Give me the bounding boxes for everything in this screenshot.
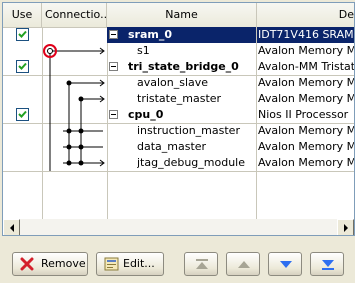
scroll-left-button[interactable]	[3, 219, 20, 235]
move-to-top-button[interactable]	[184, 252, 218, 276]
interface-description: Avalon Memory Mapp	[258, 156, 354, 169]
move-to-top-icon	[196, 259, 208, 269]
connection-dot	[78, 96, 84, 102]
scroll-right-button[interactable]	[337, 219, 354, 235]
move-down-icon	[280, 261, 292, 268]
connection-dot	[66, 160, 72, 166]
interface-description: Avalon Memory Mapp	[258, 44, 354, 57]
arrow-right-icon	[344, 224, 348, 232]
connection-dot	[78, 144, 84, 150]
edit-form-icon	[104, 257, 119, 271]
connection-dot	[66, 144, 72, 150]
interface-name: avalon_slave	[137, 76, 209, 89]
move-to-bottom-icon	[322, 260, 334, 270]
interface-description: Avalon Memory Mapp	[258, 92, 354, 105]
remove-button[interactable]: Remove	[12, 252, 88, 276]
collapse-icon[interactable]	[109, 110, 118, 119]
connection-diagram[interactable]	[3, 3, 107, 219]
interface-description: Avalon Memory Mapp	[258, 76, 354, 89]
red-x-icon	[20, 257, 34, 271]
column-name-label: Name	[165, 8, 198, 21]
module-description: IDT71V416 SRAM	[257, 27, 354, 43]
edit-button[interactable]: Edit...	[96, 252, 164, 276]
interface-name: jtag_debug_module	[137, 156, 246, 169]
remove-button-label: Remove	[41, 257, 86, 270]
move-down-button[interactable]	[268, 252, 302, 276]
move-to-bottom-button[interactable]	[310, 252, 344, 276]
module-description: Avalon-MM Tristate B	[258, 60, 355, 73]
interface-name: data_master	[137, 140, 207, 153]
module-name: cpu_0	[128, 108, 164, 121]
interface-name: s1	[137, 44, 150, 57]
connection-dot	[78, 128, 84, 134]
interface-description: Avalon Memory Mapp	[258, 124, 354, 137]
system-contents-table[interactable]: Use Connectio... Name De sram_0 IDT71V41…	[2, 2, 355, 236]
connection-dot	[66, 80, 72, 86]
edit-button-label: Edit...	[123, 257, 155, 270]
interface-name: instruction_master	[137, 124, 240, 137]
connection-dot	[78, 160, 84, 166]
move-up-button[interactable]	[226, 252, 260, 276]
move-up-icon	[238, 261, 250, 268]
module-name: sram_0	[128, 28, 173, 41]
interface-name: tristate_master	[137, 92, 222, 105]
column-description-label: De	[338, 8, 354, 21]
collapse-icon[interactable]	[109, 62, 118, 71]
column-header-description[interactable]: De	[257, 3, 354, 27]
column-header-name[interactable]: Name	[107, 3, 257, 27]
connection-dot	[66, 128, 72, 134]
module-description: Nios II Processor	[258, 108, 349, 121]
interface-description: Avalon Memory Mapp	[258, 140, 354, 153]
collapse-icon[interactable]	[109, 30, 118, 39]
connection-point-open	[47, 48, 53, 54]
module-name: tri_state_bridge_0	[128, 60, 239, 73]
horizontal-scrollbar[interactable]	[3, 219, 354, 235]
arrow-left-icon	[10, 224, 14, 232]
